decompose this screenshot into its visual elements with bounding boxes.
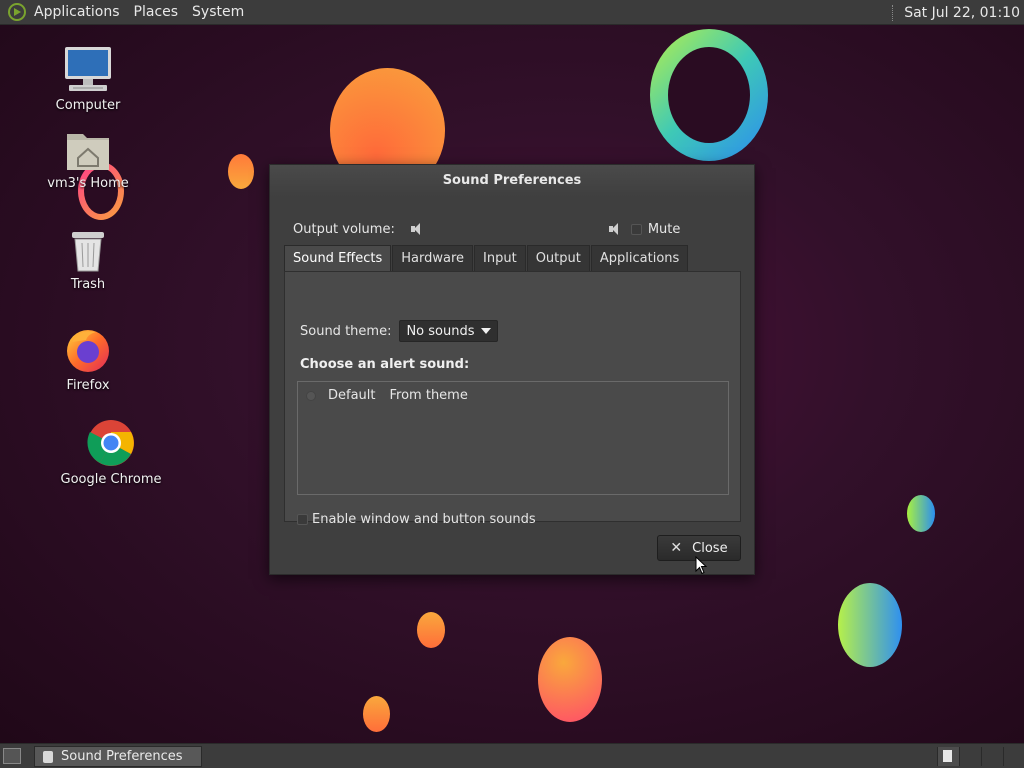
firefox-icon: [67, 330, 109, 372]
mute-label[interactable]: Mute: [648, 222, 681, 237]
desktop-icon-firefox[interactable]: Firefox: [33, 326, 143, 393]
show-desktop-icon[interactable]: [3, 748, 21, 764]
enable-sounds-row: Enable window and button sounds: [297, 512, 536, 527]
sound-theme-label: Sound theme:: [300, 323, 392, 339]
wallpaper-blob: [417, 612, 445, 648]
desktop-icon-label: Google Chrome: [60, 472, 162, 487]
desktop-icon-computer[interactable]: Computer: [33, 46, 143, 113]
workspace-1[interactable]: [937, 747, 959, 766]
taskbar-item-sound-preferences[interactable]: Sound Preferences: [34, 746, 202, 767]
sound-preferences-dialog: Sound Preferences Output volume: Mute So…: [269, 164, 755, 575]
alert-name: Default: [328, 388, 376, 403]
wallpaper-blob: [538, 637, 602, 722]
wallpaper-blob: [228, 154, 254, 189]
alert-type: From theme: [389, 388, 468, 403]
tab-hardware[interactable]: Hardware: [392, 245, 474, 271]
wallpaper-blob: [907, 495, 935, 532]
mouse-cursor-icon: [695, 556, 707, 575]
desktop-icon-label: Trash: [70, 277, 106, 292]
tab-sound-effects[interactable]: Sound Effects: [284, 245, 392, 271]
sound-theme-dropdown[interactable]: No sounds: [399, 320, 498, 342]
alert-sound-heading: Choose an alert sound:: [300, 357, 470, 372]
mute-checkbox[interactable]: [630, 223, 642, 235]
volume-high-icon: [608, 223, 621, 235]
wallpaper-ring: [650, 29, 768, 161]
output-volume-label: Output volume:: [293, 221, 395, 237]
alert-sound-list[interactable]: Default From theme: [297, 381, 729, 495]
panel-separator: [892, 4, 894, 21]
top-panel: Applications Places System Sat Jul 22, 0…: [0, 0, 1024, 25]
chrome-icon: [87, 420, 134, 466]
distro-logo-icon[interactable]: [8, 3, 26, 21]
alert-radio-button[interactable]: [306, 390, 316, 401]
menu-places[interactable]: Places: [134, 4, 179, 20]
volume-slider[interactable]: [423, 222, 609, 236]
clock[interactable]: Sat Jul 22, 01:10: [904, 5, 1020, 21]
list-item[interactable]: Default From theme: [306, 388, 468, 403]
menu-applications[interactable]: Applications: [34, 4, 120, 20]
workspace-4[interactable]: [1003, 747, 1023, 766]
workspace-2[interactable]: [959, 747, 981, 766]
taskbar-item-label: Sound Preferences: [61, 749, 183, 764]
clock-area: Sat Jul 22, 01:10: [892, 0, 1020, 25]
sound-theme-row: Sound theme: No sounds: [300, 320, 498, 342]
volume-low-icon: [410, 223, 423, 235]
close-button-label: Close: [692, 540, 728, 556]
desktop-icon-label: Computer: [55, 98, 121, 113]
wallpaper-blob: [838, 583, 902, 667]
desktop-icon-chrome[interactable]: Google Chrome: [56, 418, 166, 487]
workspace-window-marker: [943, 750, 952, 762]
tab-bar: Sound Effects Hardware Input Output Appl…: [284, 245, 689, 271]
dialog-title[interactable]: Sound Preferences: [270, 165, 754, 197]
close-icon: ✕: [670, 540, 683, 556]
desktop-icon-label: vm3's Home: [47, 176, 129, 191]
enable-sounds-label[interactable]: Enable window and button sounds: [312, 512, 536, 527]
desktop-icon-label: Firefox: [66, 378, 110, 393]
trash-icon: [72, 232, 104, 272]
computer-icon: [65, 47, 111, 91]
tab-input[interactable]: Input: [474, 245, 526, 271]
output-volume-row: Output volume: Mute: [293, 219, 733, 239]
sound-preferences-icon: [43, 750, 53, 763]
workspace-3[interactable]: [981, 747, 1003, 766]
home-folder-icon: [67, 134, 109, 170]
tab-applications[interactable]: Applications: [590, 245, 689, 271]
sound-effects-panel: Sound theme: No sounds Choose an alert s…: [284, 271, 741, 527]
chevron-down-icon: [480, 328, 491, 334]
wallpaper-blob: [363, 696, 390, 732]
bottom-panel: Sound Preferences: [0, 743, 1024, 768]
desktop-icon-trash[interactable]: Trash: [33, 229, 143, 292]
enable-sounds-checkbox[interactable]: [297, 514, 308, 525]
menu-system[interactable]: System: [192, 4, 244, 20]
desktop-icon-home[interactable]: vm3's Home: [33, 128, 143, 191]
tab-output[interactable]: Output: [526, 245, 590, 271]
sound-theme-value: No sounds: [406, 323, 475, 339]
